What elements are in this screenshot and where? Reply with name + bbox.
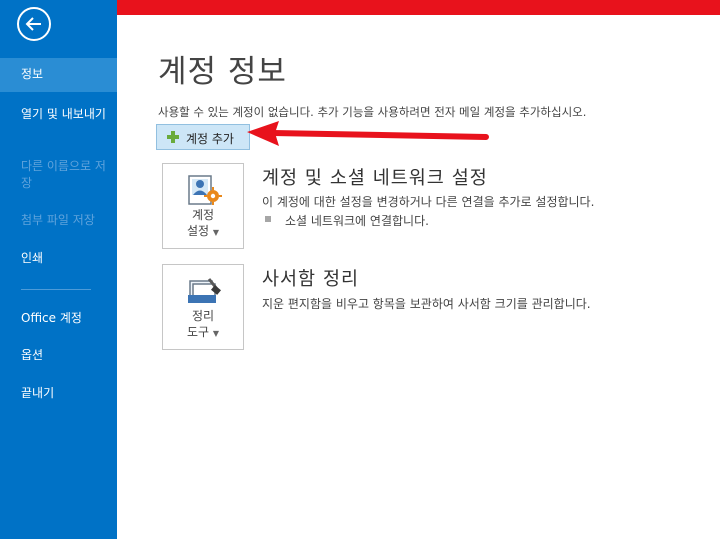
account-settings-tile-label: 계정 설정 ▼ <box>163 207 243 241</box>
nav-exit-label: 끝내기 <box>21 386 55 400</box>
account-settings-line2: 설정 <box>186 224 210 238</box>
nav-options-label: 옵션 <box>21 348 44 362</box>
add-account-button[interactable]: 계정 추가 <box>156 124 250 150</box>
plus-icon <box>167 131 179 143</box>
nav-save-attachments: 첨부 파일 저장 <box>0 212 117 229</box>
cleanup-tools-tile[interactable]: 정리 도구 ▼ <box>162 264 244 350</box>
back-arrow-icon <box>25 17 41 31</box>
nav-info-label: 정보 <box>21 67 44 81</box>
nav-office-account-label: Office 계정 <box>21 311 82 325</box>
nav-open-export[interactable]: 열기 및 내보내기 <box>0 106 117 123</box>
social-network-link-text: 소셜 네트워크에 연결합니다. <box>285 214 429 228</box>
nav-info[interactable]: 정보 <box>0 58 117 92</box>
account-settings-desc: 이 계정에 대한 설정을 변경하거나 다른 연결을 추가로 설정합니다. <box>262 195 595 209</box>
add-account-label: 계정 추가 <box>186 132 234 146</box>
bullet-square-icon <box>265 216 271 222</box>
cleanup-tools-line2: 도구 <box>186 325 210 339</box>
cleanup-tools-tile-label: 정리 도구 ▼ <box>163 308 243 342</box>
sidebar-divider <box>21 289 91 290</box>
back-button[interactable] <box>17 7 51 41</box>
account-settings-tile[interactable]: 계정 설정 ▼ <box>162 163 244 249</box>
mailbox-cleanup-desc: 지운 편지함을 비우고 항목을 보관하여 사서함 크기를 관리합니다. <box>262 297 591 311</box>
nav-save-as-label: 다른 이름으로 저장 <box>21 159 106 190</box>
page-title: 계정 정보 <box>158 54 287 90</box>
account-settings-icon <box>188 175 222 205</box>
cleanup-tools-line1: 정리 <box>191 309 215 323</box>
nav-open-export-label: 열기 및 내보내기 <box>21 107 106 121</box>
account-settings-line1: 계정 <box>191 208 215 222</box>
cleanup-tools-icon <box>188 278 221 303</box>
nav-options[interactable]: 옵션 <box>0 347 117 364</box>
dropdown-caret-icon: ▼ <box>212 329 220 338</box>
nav-save-as: 다른 이름으로 저장 <box>0 158 117 192</box>
nav-print-label: 인쇄 <box>21 251 44 265</box>
no-account-message: 사용할 수 있는 계정이 없습니다. 추가 기능을 사용하려면 전자 메일 계정… <box>158 105 587 119</box>
nav-print[interactable]: 인쇄 <box>0 250 117 267</box>
account-settings-title: 계정 및 소셜 네트워크 설정 <box>262 168 488 189</box>
nav-office-account[interactable]: Office 계정 <box>0 310 117 327</box>
nav-exit[interactable]: 끝내기 <box>0 385 117 402</box>
nav-save-attachments-label: 첨부 파일 저장 <box>21 213 95 227</box>
title-bar-accent <box>117 0 720 15</box>
backstage-sidebar: 정보 열기 및 내보내기 다른 이름으로 저장 첨부 파일 저장 인쇄 Offi… <box>0 0 117 539</box>
mailbox-cleanup-title: 사서함 정리 <box>262 269 359 290</box>
dropdown-caret-icon: ▼ <box>212 228 220 237</box>
red-arrow-annotation <box>247 121 489 146</box>
